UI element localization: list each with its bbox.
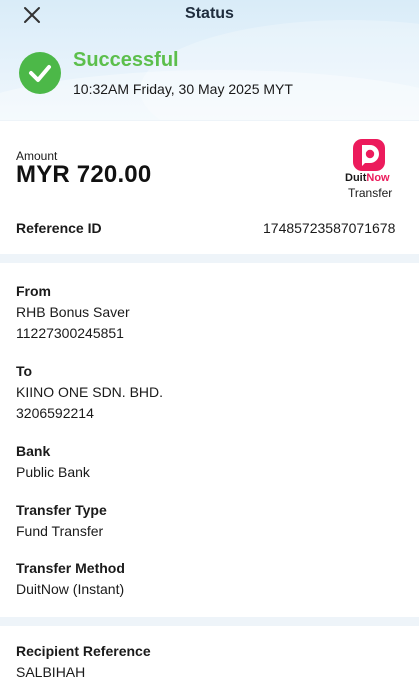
amount-value: MYR 720.00 <box>16 161 152 188</box>
status-timestamp: 10:32AM Friday, 30 May 2025 MYT <box>73 81 293 97</box>
status-header: Status Successful 10:32AM Friday, 30 May… <box>0 0 419 120</box>
status-text: Successful <box>73 49 179 71</box>
bank-label: Bank <box>16 443 51 459</box>
to-label: To <box>16 363 33 379</box>
recipient-reference-label: Recipient Reference <box>16 643 151 659</box>
transfer-method-label: Transfer Method <box>16 560 125 576</box>
from-label: From <box>16 283 51 299</box>
transfer-type-label: Transfer Type <box>16 502 107 518</box>
duitnow-logo-text: DuitNow <box>345 172 390 184</box>
header-wave <box>140 20 419 120</box>
from-account-number: 11227300245851 <box>16 325 124 341</box>
check-circle-icon <box>19 52 61 94</box>
reference-label: Reference ID <box>16 220 102 236</box>
page-title: Status <box>185 5 234 22</box>
duitnow-logo <box>353 139 385 171</box>
reference-value: 17485723587071678 <box>263 220 396 236</box>
transfer-type-value: Fund Transfer <box>16 523 104 539</box>
recipient-card: Recipient Reference SALBIHAH <box>0 626 419 700</box>
to-account-number: 3206592214 <box>16 405 94 421</box>
duitnow-caption: Transfer <box>348 186 393 200</box>
transfer-method-value: DuitNow (Instant) <box>16 581 125 597</box>
to-name: KIINO ONE SDN. BHD. <box>16 384 164 400</box>
recipient-reference-value: SALBIHAH <box>16 664 86 680</box>
bank-value: Public Bank <box>16 464 90 480</box>
from-account-name: RHB Bonus Saver <box>16 304 130 320</box>
details-card: From RHB Bonus Saver 11227300245851 To K… <box>0 263 419 617</box>
